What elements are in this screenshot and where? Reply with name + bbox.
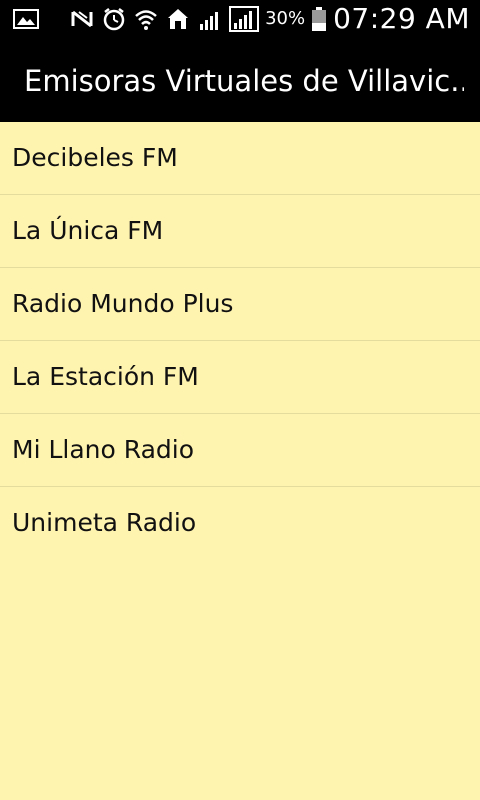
home-icon — [165, 6, 191, 32]
clock: 07:29 AM — [333, 2, 470, 35]
station-label: Radio Mundo Plus — [12, 289, 234, 318]
signal-strong-icon — [229, 6, 260, 32]
list-item[interactable]: Unimeta Radio — [0, 487, 480, 559]
battery-percent: 30% — [265, 8, 306, 29]
list-item[interactable]: La Estación FM — [0, 341, 480, 414]
signal-icon — [197, 6, 223, 32]
status-bar: 30% 07:29 AM — [0, 0, 480, 38]
station-label: Mi Llano Radio — [12, 435, 194, 464]
list-item[interactable]: Mi Llano Radio — [0, 414, 480, 487]
wifi-icon — [133, 6, 159, 32]
battery-icon — [311, 6, 327, 32]
app-title: Emisoras Virtuales de Villavic... — [24, 64, 464, 98]
image-notification-icon — [12, 6, 40, 32]
list-item[interactable]: La Única FM — [0, 195, 480, 268]
list-item[interactable]: Decibeles FM — [0, 122, 480, 195]
no-signal-icon — [69, 6, 95, 32]
station-label: Unimeta Radio — [12, 508, 197, 537]
station-label: Decibeles FM — [12, 143, 178, 172]
alarm-icon — [101, 6, 127, 32]
station-label: La Estación FM — [12, 362, 199, 391]
action-bar: Emisoras Virtuales de Villavic... — [0, 38, 480, 122]
list-item[interactable]: Radio Mundo Plus — [0, 268, 480, 341]
station-list: Decibeles FM La Única FM Radio Mundo Plu… — [0, 122, 480, 559]
station-label: La Única FM — [12, 216, 164, 245]
